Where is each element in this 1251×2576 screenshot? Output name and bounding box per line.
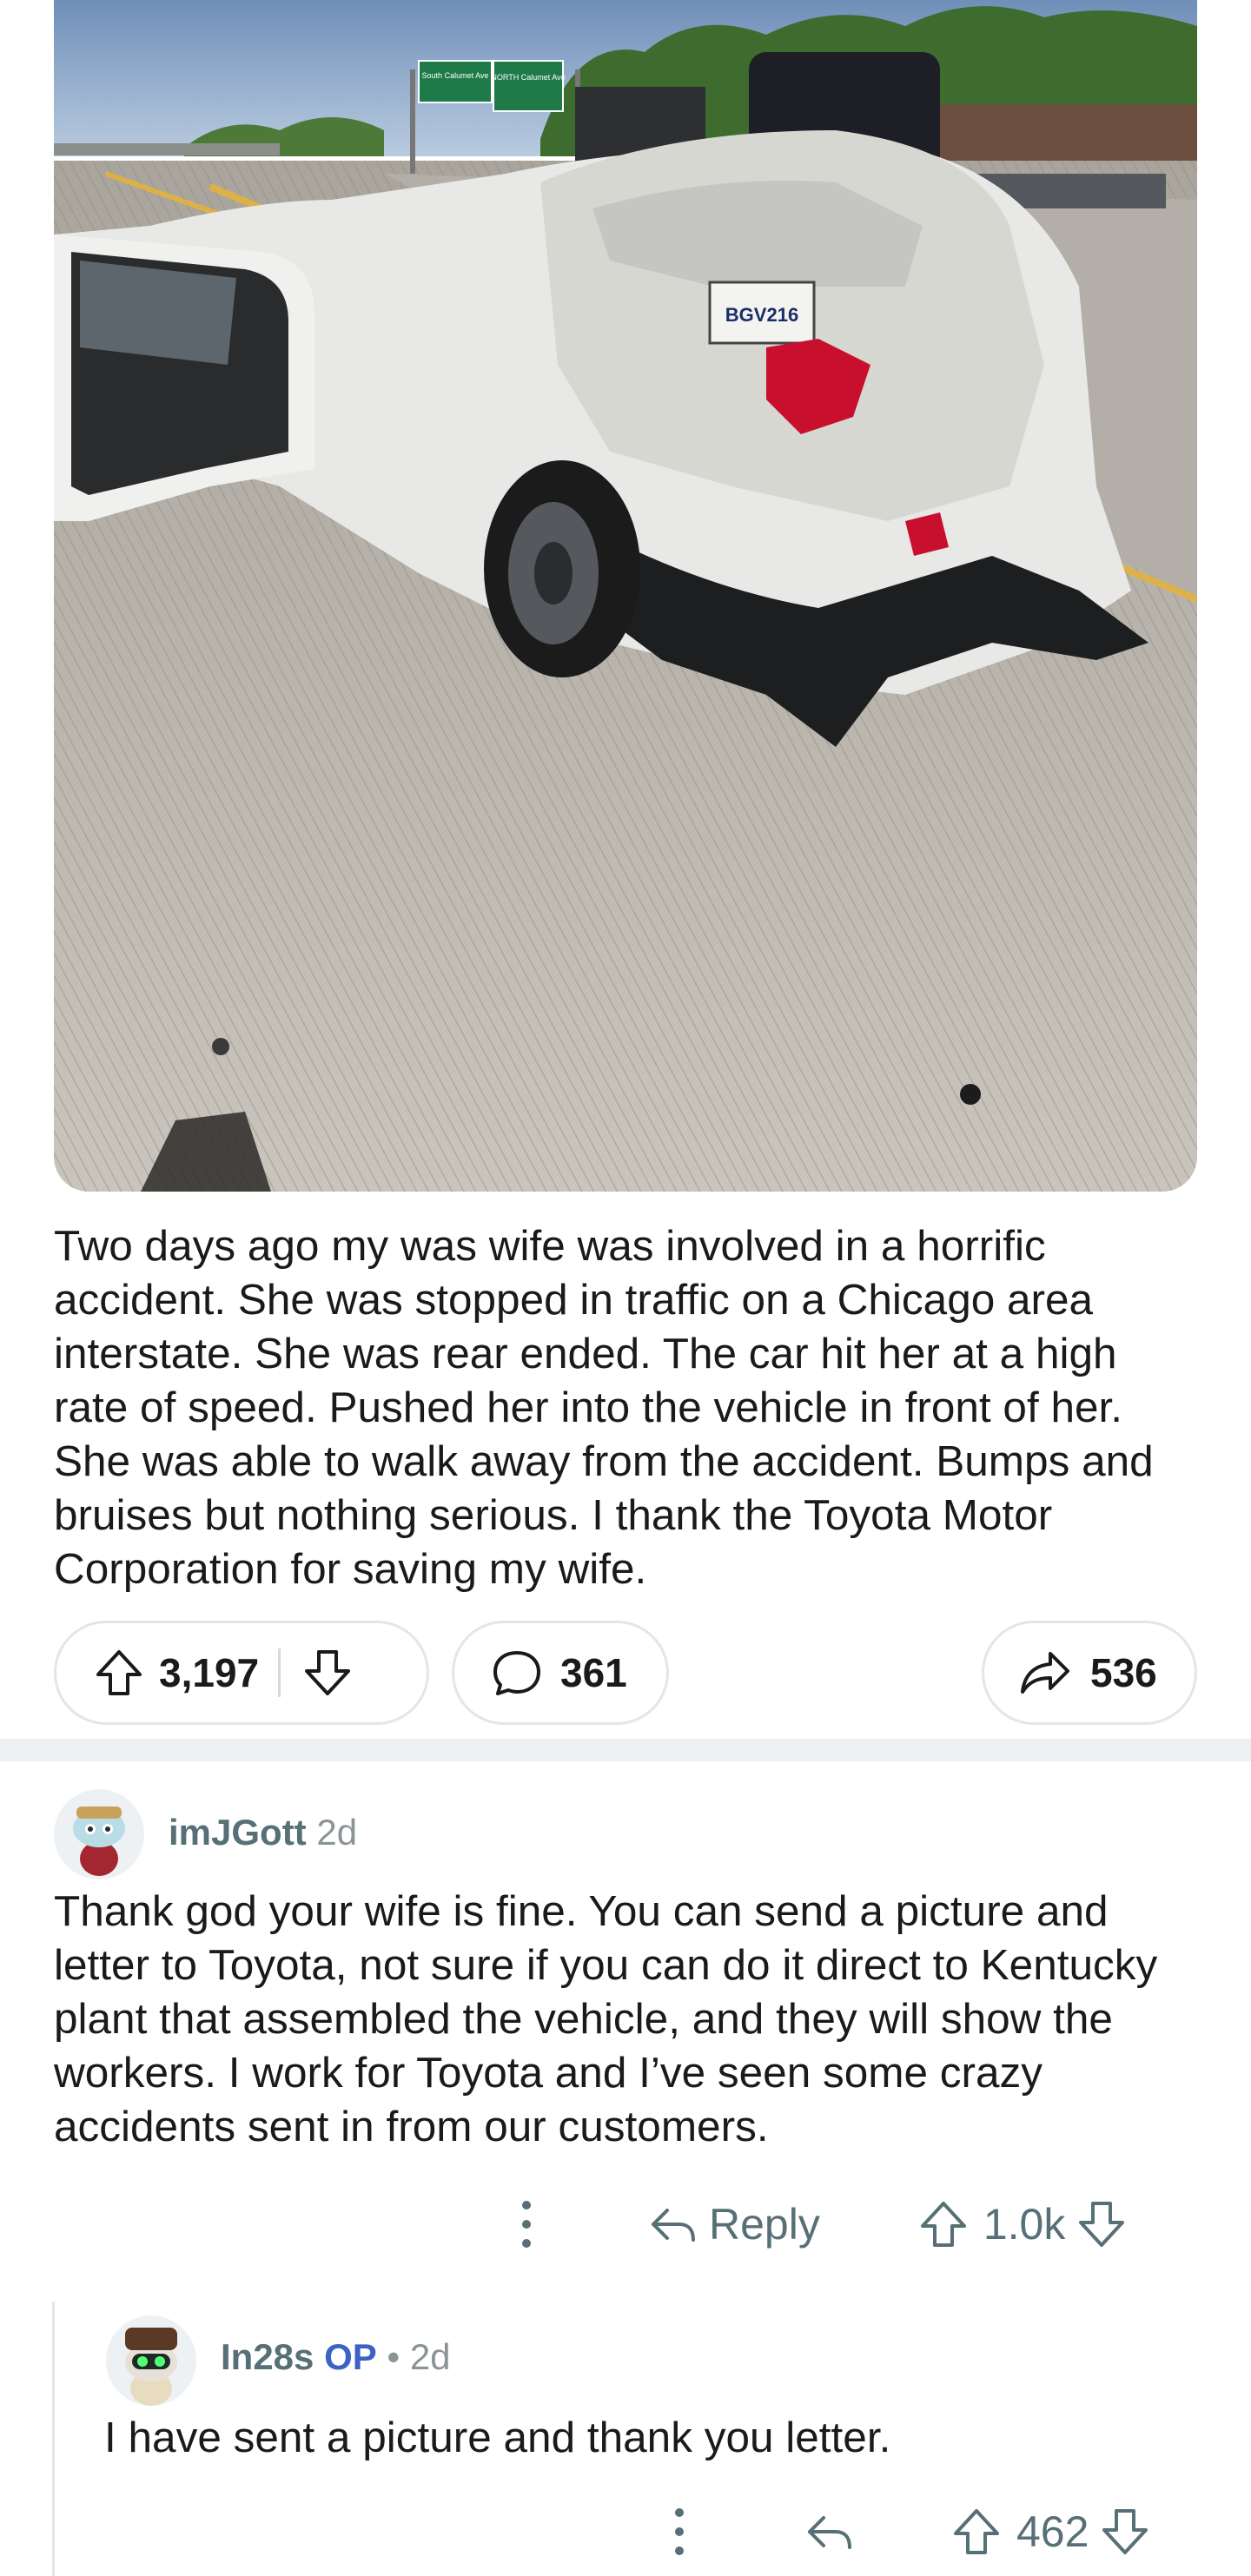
comment-bubble-icon <box>489 1645 545 1701</box>
share-count: 536 <box>1090 1650 1157 1695</box>
comment-actions: 462 <box>662 2501 1201 2562</box>
vote-separator <box>278 1648 281 1697</box>
share-button[interactable]: 536 <box>982 1621 1197 1725</box>
license-plate-text: BGV216 <box>725 304 798 326</box>
comments-button[interactable]: 361 <box>452 1621 669 1725</box>
snoo-avatar-icon <box>106 2315 196 2406</box>
reply-arrow-icon[interactable] <box>646 2198 698 2250</box>
comment-actions: Reply 1.0k <box>509 2194 1204 2255</box>
post-image[interactable]: South Calumet Ave NORTH Calumet Ave BGV2… <box>54 0 1197 1192</box>
comment-meta: imJGott 2d <box>169 1812 357 1853</box>
downvote-icon[interactable] <box>1076 2198 1128 2250</box>
snoo-avatar-icon <box>54 1789 144 1879</box>
comment-count: 361 <box>560 1650 627 1695</box>
more-options-icon[interactable] <box>509 2196 544 2252</box>
comment-username[interactable]: imJGott <box>169 1812 307 1853</box>
comment-score: 1.0k <box>983 2200 1066 2249</box>
reply-button[interactable]: Reply <box>709 2199 820 2249</box>
comment-score: 462 <box>1016 2507 1089 2556</box>
comment-meta: In28s OP • 2d <box>221 2336 451 2378</box>
comment-age: 2d <box>316 1812 358 1853</box>
reply-arrow-icon[interactable] <box>803 2506 855 2558</box>
downvote-icon[interactable] <box>300 1645 355 1701</box>
sign-right-text: NORTH Calumet Ave <box>491 73 565 82</box>
upvote-count: 3,197 <box>159 1650 260 1695</box>
section-divider <box>0 1739 1251 1761</box>
comment-body: I have sent a picture and thank you lett… <box>104 2414 891 2461</box>
downvote-icon[interactable] <box>1099 2506 1151 2558</box>
car-crash-photo: South Calumet Ave NORTH Calumet Ave BGV2… <box>54 0 1197 1192</box>
avatar[interactable] <box>106 2315 196 2406</box>
comment-age: 2d <box>409 2336 451 2377</box>
upvote-icon[interactable] <box>950 2506 1003 2558</box>
post-body-text: Two days ago my was wife was involved in… <box>54 1222 1154 1593</box>
sign-left-text: South Calumet Ave <box>422 71 489 80</box>
op-badge: OP <box>324 2336 377 2377</box>
share-arrow-icon <box>1017 1645 1073 1701</box>
comment-body: Thank god your wife is fine. You can sen… <box>54 1887 1158 2150</box>
comment-username[interactable]: In28s <box>221 2336 314 2377</box>
more-options-icon[interactable] <box>662 2504 697 2559</box>
upvote-icon[interactable] <box>91 1645 147 1701</box>
thread-line[interactable] <box>52 2302 55 2576</box>
upvote-icon[interactable] <box>917 2198 970 2250</box>
avatar[interactable] <box>54 1789 144 1879</box>
meta-separator: • <box>387 2336 400 2377</box>
post-action-bar: 3,197 361 536 <box>54 1621 1197 1725</box>
vote-pill: 3,197 <box>54 1621 429 1725</box>
